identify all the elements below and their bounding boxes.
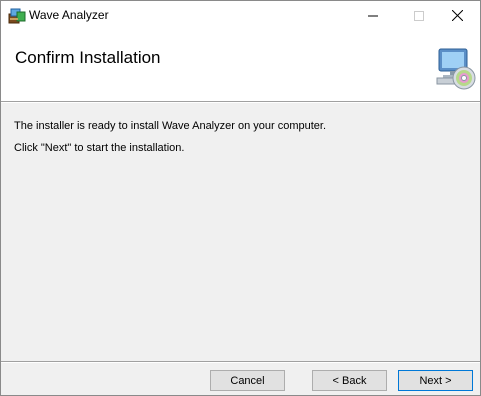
minimize-icon xyxy=(368,15,378,16)
header-banner: Confirm Installation xyxy=(1,30,480,101)
cancel-button[interactable]: Cancel xyxy=(210,370,285,391)
instruction-message: Click "Next" to start the installation. xyxy=(14,142,185,154)
maximize-icon xyxy=(414,10,424,21)
close-icon xyxy=(451,10,463,21)
title-bar[interactable]: Wave Analyzer xyxy=(1,1,480,30)
setup-computer-disc-icon xyxy=(435,46,477,90)
installer-app-icon xyxy=(8,7,26,25)
next-button[interactable]: Next > xyxy=(398,370,473,391)
window-title: Wave Analyzer xyxy=(29,8,109,22)
close-button[interactable] xyxy=(434,1,480,30)
back-button[interactable]: < Back xyxy=(312,370,387,391)
ready-message: The installer is ready to install Wave A… xyxy=(14,120,327,132)
footer-divider xyxy=(1,361,480,363)
page-title: Confirm Installation xyxy=(15,48,161,67)
installer-window: Wave Analyzer Confirm Installation The i… xyxy=(0,0,481,396)
header-divider xyxy=(1,101,480,103)
minimize-button[interactable] xyxy=(350,1,396,30)
